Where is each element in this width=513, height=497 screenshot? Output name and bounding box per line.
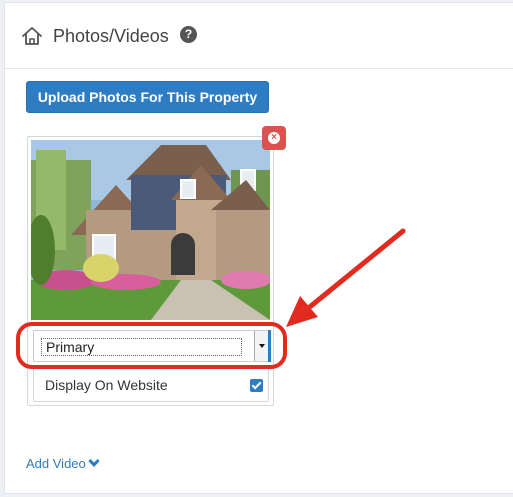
photo-card: Primary Display On Website	[27, 136, 274, 406]
house-photo-image	[31, 140, 270, 320]
panel-header: Photos/Videos ?	[5, 3, 513, 69]
select-focus-edge	[268, 330, 271, 362]
add-video-label: Add Video	[26, 456, 86, 471]
page-title: Photos/Videos	[53, 26, 169, 46]
display-on-website-label: Display On Website	[45, 377, 168, 393]
add-video-link[interactable]: Add Video	[26, 455, 100, 472]
photo-type-selected-value: Primary	[41, 338, 242, 356]
display-on-website-row[interactable]: Display On Website	[33, 368, 269, 402]
display-on-website-checkbox[interactable]	[250, 379, 263, 392]
help-icon[interactable]: ?	[180, 26, 197, 43]
remove-photo-button[interactable]: ×	[262, 126, 286, 150]
home-icon[interactable]	[21, 25, 43, 47]
close-icon: ×	[268, 132, 280, 144]
chevron-down-icon[interactable]	[254, 331, 268, 361]
property-photo	[31, 140, 270, 320]
photo-type-select[interactable]: Primary	[33, 330, 271, 362]
upload-photos-button[interactable]: Upload Photos For This Property	[26, 81, 269, 113]
chevron-down-icon	[88, 455, 100, 467]
